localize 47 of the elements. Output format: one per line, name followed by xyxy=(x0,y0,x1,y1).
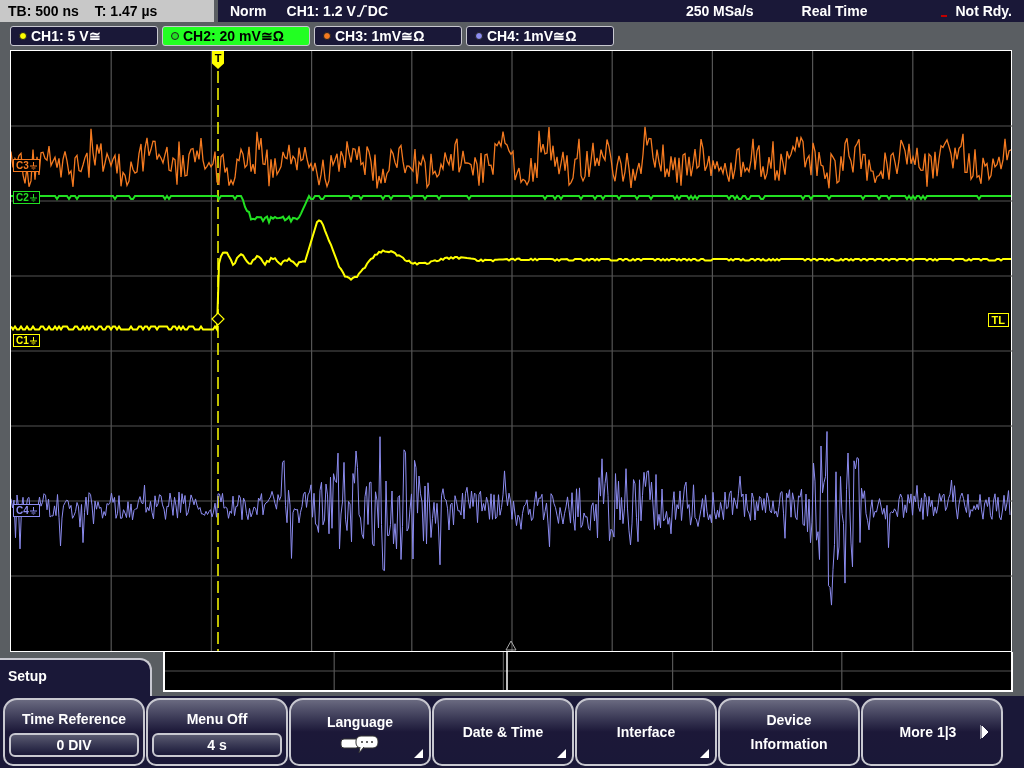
softkey-button[interactable]: Date & Time xyxy=(432,698,574,766)
trigger-time-label: T: 1.47 µs xyxy=(94,1,158,21)
softkey-value: 0 DIV xyxy=(9,733,139,757)
softkey-value: 4 s xyxy=(152,733,282,757)
trigger-point-icon xyxy=(211,312,225,326)
softkey-label: Date & Time xyxy=(462,723,544,742)
softkey-button[interactable]: Time Reference 0 DIV xyxy=(3,698,145,766)
trigger-source: CH1: 1.2 V xyxy=(286,1,356,21)
ground-icon xyxy=(29,506,37,515)
softkey-button[interactable]: Interface xyxy=(575,698,717,766)
trigger-coupling: DC xyxy=(367,1,389,21)
ground-icon xyxy=(29,336,37,345)
ground-icon xyxy=(29,193,37,202)
softkey-label: More 1|3 xyxy=(899,723,957,742)
rising-edge-icon xyxy=(356,5,367,17)
status-indicator-icon xyxy=(941,15,948,17)
trigger-mode: Norm xyxy=(230,1,267,21)
next-arrow-icon xyxy=(980,725,989,739)
status-text: Not Rdy. xyxy=(955,1,1012,21)
channel-tab[interactable]: CH1: 5 V≅ xyxy=(10,26,158,46)
softkey-button[interactable]: Menu Off 4 s xyxy=(146,698,288,766)
channel-tab[interactable]: CH4: 1mV≅Ω xyxy=(466,26,614,46)
trigger-position-marker: T xyxy=(212,51,224,69)
softkey-label: Time Reference xyxy=(22,710,126,729)
softkey-label: Language xyxy=(326,713,394,732)
softkey-button[interactable]: More 1|3 xyxy=(861,698,1003,766)
trigger-level-marker: TL xyxy=(987,313,1009,327)
softkey-button[interactable]: Device Information xyxy=(718,698,860,766)
channel-marker: C1 xyxy=(13,334,40,347)
channel-tab[interactable]: CH2: 20 mV≅Ω xyxy=(162,26,310,46)
submenu-corner-icon xyxy=(557,749,566,758)
channel-marker: C3 xyxy=(13,159,40,172)
submenu-corner-icon xyxy=(700,749,709,758)
channel-marker: C2 xyxy=(13,191,40,204)
speech-bubbles-icon xyxy=(340,734,380,754)
center-marker-icon xyxy=(505,640,517,651)
sample-rate: 250 MSa/s xyxy=(685,1,754,21)
timebase-label: TB: 500 ns xyxy=(8,1,79,21)
softkey-button[interactable]: Language xyxy=(289,698,431,766)
submenu-corner-icon xyxy=(414,749,423,758)
channel-marker: C4 xyxy=(13,504,40,517)
softkey-label: Device Information xyxy=(749,711,829,754)
softkey-label: Interface xyxy=(616,723,676,742)
acquisition-mode: Real Time xyxy=(801,1,868,21)
softkey-label: Menu Off xyxy=(186,710,248,729)
channel-tab[interactable]: CH3: 1mV≅Ω xyxy=(314,26,462,46)
ground-icon xyxy=(29,161,37,170)
